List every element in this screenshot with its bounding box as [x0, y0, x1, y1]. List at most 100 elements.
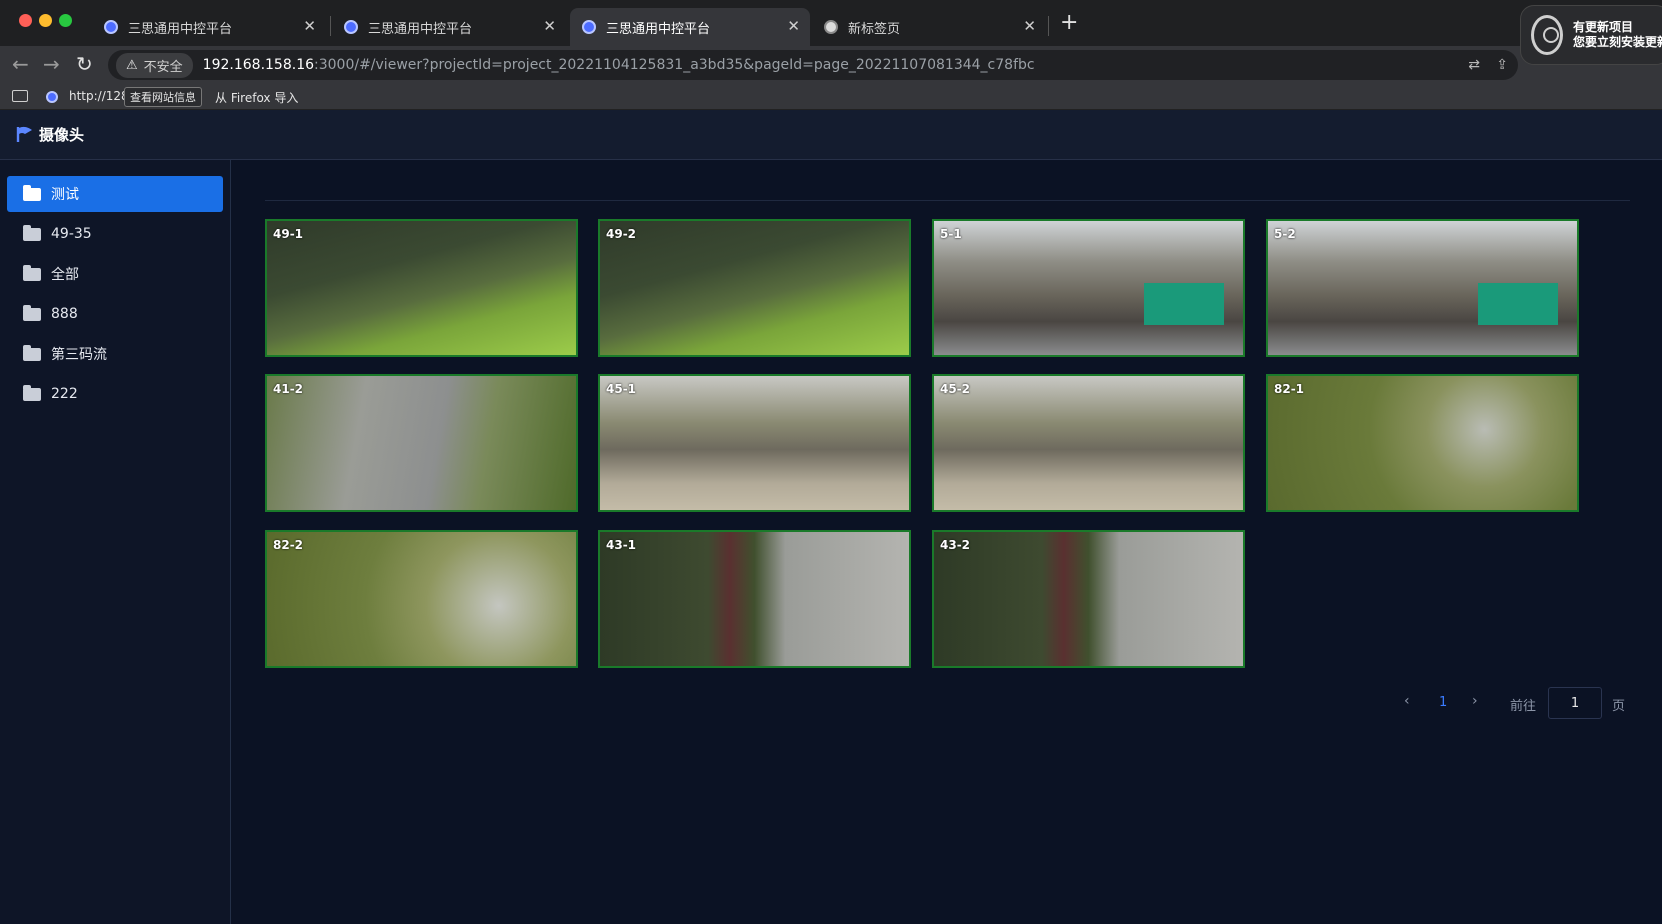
- camera-tile[interactable]: 43-2: [932, 530, 1245, 668]
- sidebar-item-label: 测试: [51, 187, 79, 203]
- translate-icon[interactable]: ⇄: [1468, 57, 1480, 73]
- goto-page-value: 1: [1570, 695, 1580, 711]
- sidebar-item-49-35[interactable]: 49-35: [7, 216, 223, 252]
- close-tab-icon[interactable]: ✕: [303, 17, 316, 35]
- insecure-badge[interactable]: ⚠ 不安全: [116, 52, 193, 78]
- url-text: 192.168.158.16:3000/#/viewer?projectId=p…: [203, 57, 1035, 73]
- update-icon: [1531, 15, 1563, 55]
- sidebar-item-all[interactable]: 全部: [7, 256, 223, 292]
- insecure-label: 不安全: [143, 59, 183, 75]
- camera-label: 43-2: [940, 538, 971, 552]
- goto-label: 前往: [1510, 699, 1537, 714]
- close-window-button[interactable]: [19, 14, 32, 27]
- next-page-icon[interactable]: ›: [1472, 693, 1478, 725]
- green-panel: [1478, 283, 1558, 325]
- camera-tile[interactable]: 49-2: [598, 219, 911, 357]
- page-title: 摄像头: [39, 126, 85, 144]
- camera-feed-image: [600, 532, 909, 666]
- camera-feed-image: [267, 376, 576, 510]
- sidebar-item-label: 第三码流: [51, 347, 107, 363]
- browser-tab[interactable]: 三思通用中控平台 ✕: [92, 8, 326, 46]
- camera-feed-image: [267, 532, 576, 666]
- camera-tile[interactable]: 45-2: [932, 374, 1245, 512]
- sidebar-item-ceshi[interactable]: 测试: [7, 176, 223, 212]
- browser-tab[interactable]: 新标签页 ✕: [812, 8, 1046, 46]
- url-path: :3000/#/viewer?projectId=project_2022110…: [314, 57, 1035, 73]
- warning-icon: ⚠: [126, 57, 138, 73]
- page-number-current[interactable]: 1: [1439, 695, 1447, 727]
- camera-tile[interactable]: 5-2: [1266, 219, 1579, 357]
- site-favicon-icon: [582, 20, 596, 34]
- goto-page-input[interactable]: 1: [1548, 687, 1602, 719]
- new-tab-icon[interactable]: +: [1060, 10, 1078, 35]
- folder-icon[interactable]: [12, 90, 28, 102]
- sidebar-item-label: 888: [51, 306, 78, 322]
- close-tab-icon[interactable]: ✕: [787, 17, 800, 35]
- camera-tile[interactable]: 5-1: [932, 219, 1245, 357]
- share-icon[interactable]: ⇪: [1496, 57, 1508, 73]
- camera-grid-panel: 49-1 49-2 5-1 5-2 41-2 45-1 45-2 82-1 82…: [232, 160, 1662, 924]
- close-tab-icon[interactable]: ✕: [1023, 17, 1036, 35]
- tab-title: 三思通用中控平台: [368, 21, 473, 37]
- forward-arrow-icon[interactable]: →: [43, 52, 60, 76]
- tab-title: 三思通用中控平台: [128, 21, 233, 37]
- green-panel: [1144, 283, 1224, 325]
- close-tab-icon[interactable]: ✕: [543, 17, 556, 35]
- folder-icon: [23, 224, 41, 241]
- folder-icon: [23, 384, 41, 401]
- sidebar-item-222[interactable]: 222: [7, 376, 223, 412]
- sidebar-item-label: 222: [51, 386, 78, 402]
- camera-tile[interactable]: 82-1: [1266, 374, 1579, 512]
- sidebar-item-label: 49-35: [51, 226, 92, 242]
- address-bar[interactable]: ⚠ 不安全 192.168.158.16:3000/#/viewer?proje…: [108, 50, 1518, 80]
- maximize-window-button[interactable]: [59, 14, 72, 27]
- browser-toolbar: ← → ↻ ⚠ 不安全 192.168.158.16:3000/#/viewer…: [0, 46, 1662, 84]
- camera-feed-image: [600, 376, 909, 510]
- camera-tile[interactable]: 49-1: [265, 219, 578, 357]
- camera-feed-image: [600, 221, 909, 355]
- camera-feed-image: [1268, 376, 1577, 510]
- tab-separator: [330, 16, 331, 36]
- tab-separator: [1048, 16, 1049, 36]
- camera-label: 45-1: [606, 382, 637, 396]
- camera-feed-image: [267, 221, 576, 355]
- folder-icon: [23, 264, 41, 281]
- update-notification[interactable]: 有更新项目 您要立刻安装更新: [1520, 5, 1662, 65]
- camera-tile[interactable]: 45-1: [598, 374, 911, 512]
- update-line1: 有更新项目: [1572, 20, 1633, 34]
- site-favicon-icon: [344, 20, 358, 34]
- sidebar-item-888[interactable]: 888: [7, 296, 223, 332]
- camera-label: 82-2: [273, 538, 304, 552]
- camera-tile[interactable]: 41-2: [265, 374, 578, 512]
- back-arrow-icon[interactable]: ←: [12, 52, 29, 76]
- camera-label: 43-1: [606, 538, 637, 552]
- url-host: 192.168.158.16: [202, 57, 315, 73]
- sidebar-item-third-stream[interactable]: 第三码流: [7, 336, 223, 372]
- minimize-window-button[interactable]: [39, 14, 52, 27]
- camera-label: 49-1: [273, 227, 304, 241]
- update-line2: 您要立刻安装更新: [1572, 35, 1662, 49]
- camera-tile[interactable]: 82-2: [265, 530, 578, 668]
- site-info-tooltip: 查看网站信息: [124, 87, 202, 107]
- camera-label: 5-2: [1274, 227, 1296, 241]
- tab-title: 三思通用中控平台: [606, 21, 711, 37]
- folder-icon: [23, 304, 41, 321]
- camera-feed-image: [934, 532, 1243, 666]
- bookmarks-bar: http://128 查看网站信息 从 Firefox 导入: [0, 84, 1662, 110]
- prev-page-icon[interactable]: ‹: [1404, 693, 1410, 725]
- bookmark-item[interactable]: 从 Firefox 导入: [215, 89, 298, 106]
- reload-icon[interactable]: ↻: [76, 52, 93, 76]
- site-favicon-icon: [104, 20, 118, 34]
- sidebar: 测试 49-35 全部 888 第三码流 222: [0, 160, 231, 924]
- bookmark-item[interactable]: http://128: [69, 89, 129, 103]
- browser-tab-bar: 三思通用中控平台 ✕ 三思通用中控平台 ✕ 三思通用中控平台 ✕ 新标签页 ✕ …: [0, 0, 1662, 46]
- camera-feed-image: [934, 376, 1243, 510]
- camera-tile[interactable]: 43-1: [598, 530, 911, 668]
- page-suffix-label: 页: [1612, 699, 1626, 714]
- browser-tab[interactable]: 三思通用中控平台 ✕: [332, 8, 566, 46]
- divider: [265, 200, 1630, 201]
- sidebar-item-label: 全部: [51, 267, 79, 283]
- camera-label: 49-2: [606, 227, 637, 241]
- browser-tab-active[interactable]: 三思通用中控平台 ✕: [570, 8, 810, 46]
- site-favicon-icon: [46, 91, 58, 103]
